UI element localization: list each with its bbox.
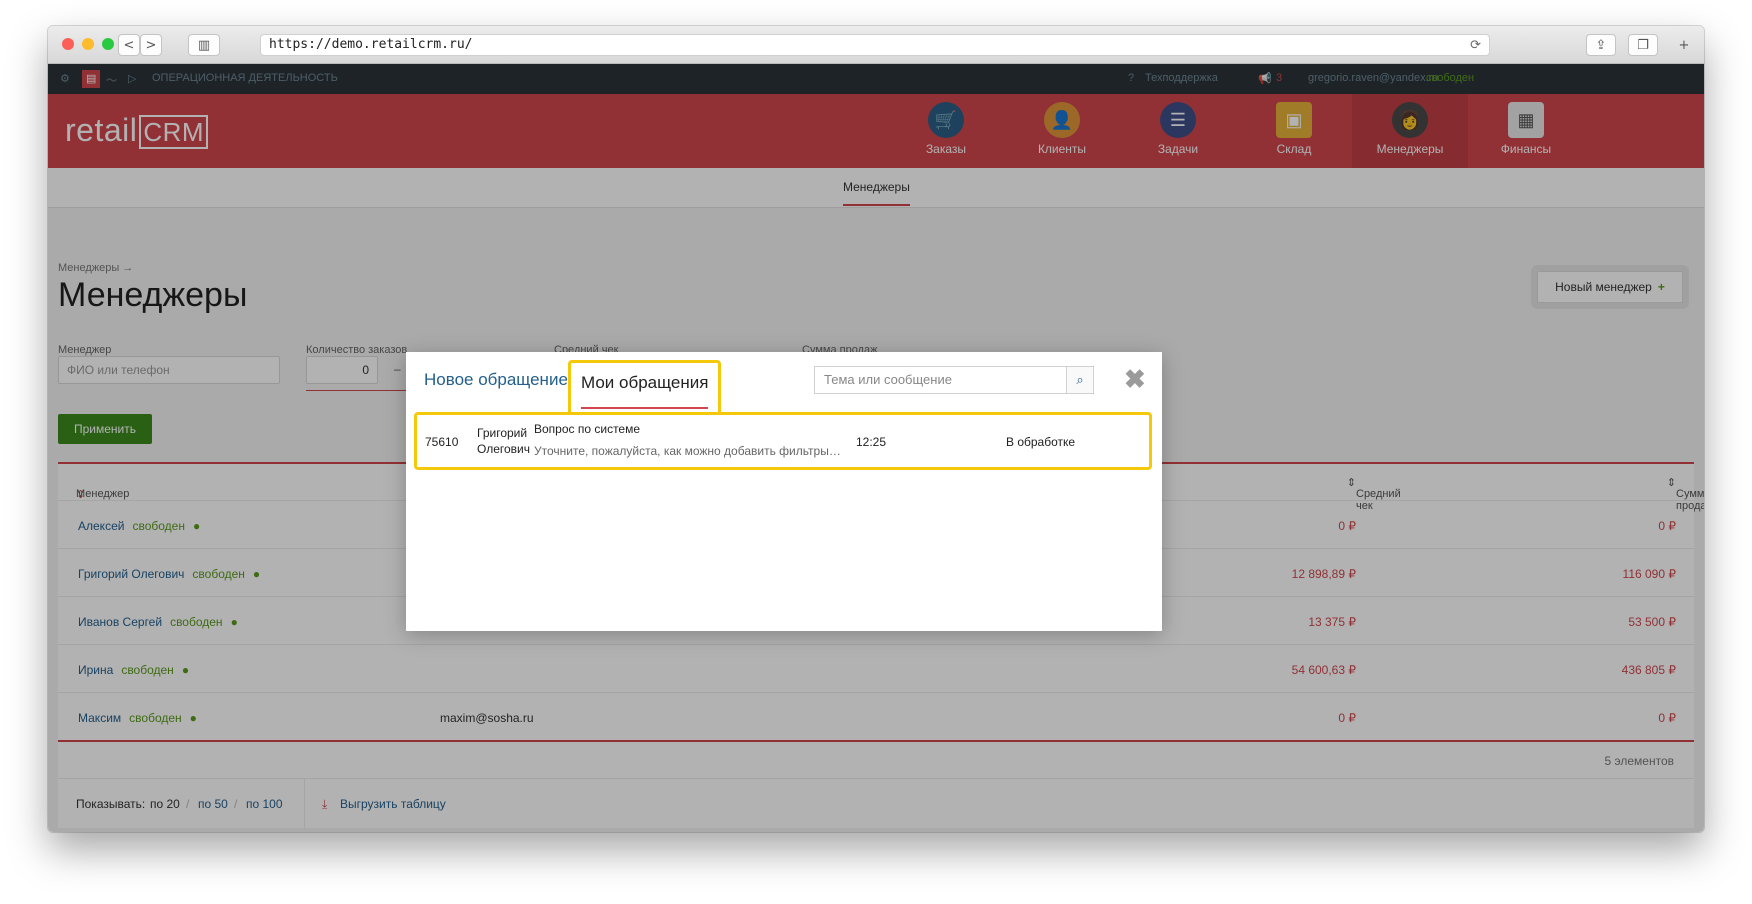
minimize-window-button[interactable]	[82, 38, 94, 50]
ticket-author: Григорий Олегович	[477, 425, 530, 457]
new-tab-icon[interactable]: +	[1672, 34, 1696, 56]
back-button[interactable]: <	[118, 34, 140, 56]
ticket-time: 12:25	[856, 435, 887, 449]
browser-toolbar: < > ▥ https://demo.retailcrm.ru/ ⟳ ⇪ ❐ +	[48, 26, 1704, 64]
sidebar-toggle-icon[interactable]: ▥	[188, 34, 220, 56]
ticket-search-input[interactable]: Тема или сообщение	[814, 366, 1066, 394]
author-first: Григорий	[477, 426, 528, 440]
ticket-message: Уточните, пожалуйста, как можно добавить…	[534, 444, 844, 458]
ticket-status: В обработке	[1006, 435, 1076, 449]
active-tab-underline	[581, 407, 709, 409]
address-bar[interactable]: https://demo.retailcrm.ru/ ⟳	[260, 34, 1490, 56]
ticket-row[interactable]: 75610 Григорий Олегович Вопрос по системе…	[414, 412, 1152, 470]
zoom-window-button[interactable]	[102, 38, 114, 50]
tab-new-request[interactable]: Новое обращение	[424, 370, 568, 390]
ticket-id: 75610	[425, 435, 459, 449]
tabs-icon[interactable]: ❐	[1628, 34, 1658, 56]
tab-my-requests[interactable]: Мои обращения	[568, 360, 722, 412]
share-icon[interactable]: ⇪	[1586, 34, 1616, 56]
reload-icon[interactable]: ⟳	[1470, 36, 1481, 56]
search-icon[interactable]: ⌕	[1066, 366, 1094, 394]
modal-header: Новое обращение Мои обращения Тема или с…	[406, 352, 1162, 412]
ticket-subject: Вопрос по системе	[534, 422, 641, 436]
support-modal: Новое обращение Мои обращения Тема или с…	[406, 352, 1162, 631]
close-icon[interactable]: ✖	[1124, 364, 1146, 395]
author-last: Олегович	[477, 442, 530, 456]
forward-button[interactable]: >	[140, 34, 162, 56]
url-text: https://demo.retailcrm.ru/	[269, 37, 473, 52]
tab-my-requests-label: Мои обращения	[581, 373, 709, 392]
close-window-button[interactable]	[62, 38, 74, 50]
